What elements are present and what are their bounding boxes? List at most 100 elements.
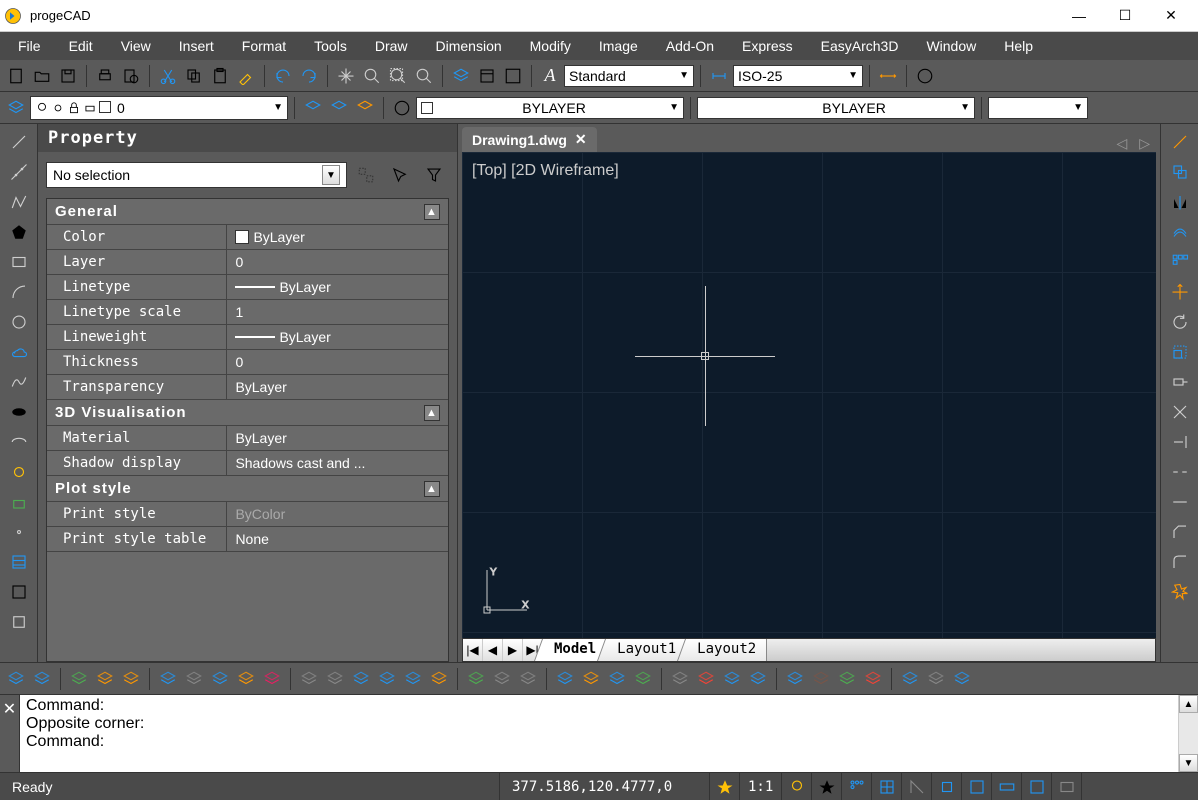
bottom-tool-icon[interactable] xyxy=(809,667,833,691)
status-scale[interactable]: 1:1 xyxy=(740,773,782,800)
property-row[interactable]: Layer0 xyxy=(47,250,448,275)
bottom-tool-icon[interactable] xyxy=(119,667,143,691)
maximize-button[interactable]: ☐ xyxy=(1102,1,1148,31)
print-preview-icon[interactable] xyxy=(119,64,143,88)
bottom-tool-icon[interactable] xyxy=(156,667,180,691)
bottom-tool-icon[interactable] xyxy=(861,667,885,691)
redo-icon[interactable] xyxy=(297,64,321,88)
zoom-window-icon[interactable] xyxy=(360,64,384,88)
bottom-tool-icon[interactable] xyxy=(924,667,948,691)
join-icon[interactable] xyxy=(1166,488,1194,516)
bottom-tool-icon[interactable] xyxy=(694,667,718,691)
color-combo[interactable]: BYLAYER▼ xyxy=(416,97,684,119)
layer-combo[interactable]: 0 ▼ xyxy=(30,96,288,120)
layers-icon[interactable] xyxy=(449,64,473,88)
construction-line-icon[interactable] xyxy=(5,158,33,186)
close-window-button[interactable]: ✕ xyxy=(1148,1,1194,31)
zoom-previous-icon[interactable] xyxy=(412,64,436,88)
bottom-tool-icon[interactable] xyxy=(349,667,373,691)
osnap-grid-icon[interactable] xyxy=(842,773,872,800)
arc-icon[interactable] xyxy=(5,278,33,306)
zoom-extents-icon[interactable] xyxy=(386,64,410,88)
menu-dimension[interactable]: Dimension xyxy=(422,34,516,58)
menu-draw[interactable]: Draw xyxy=(361,34,422,58)
quick-select-icon[interactable] xyxy=(419,160,449,190)
insert-block-icon[interactable] xyxy=(5,458,33,486)
property-row[interactable]: Linetype scale1 xyxy=(47,300,448,325)
fillet-icon[interactable] xyxy=(1166,548,1194,576)
layout-prev-icon[interactable]: ◀ xyxy=(483,639,503,661)
property-row[interactable]: TransparencyByLayer xyxy=(47,375,448,400)
property-category[interactable]: 3D Visualisation▲ xyxy=(47,400,448,426)
property-category[interactable]: General▲ xyxy=(47,199,448,225)
osnap-icon[interactable] xyxy=(872,773,902,800)
bottom-tool-icon[interactable] xyxy=(668,667,692,691)
lineweight-combo[interactable]: ▼ xyxy=(988,97,1088,119)
bottom-tool-icon[interactable] xyxy=(950,667,974,691)
bottom-tool-icon[interactable] xyxy=(631,667,655,691)
ortho-icon[interactable] xyxy=(812,773,842,800)
explode-icon[interactable] xyxy=(1166,578,1194,606)
property-selection-combo[interactable]: No selection ▼ xyxy=(46,162,347,188)
bottom-tool-icon[interactable] xyxy=(182,667,206,691)
mirror-icon[interactable] xyxy=(1166,188,1194,216)
bottom-tool-icon[interactable] xyxy=(516,667,540,691)
ellipse-arc-icon[interactable] xyxy=(5,428,33,456)
menu-image[interactable]: Image xyxy=(585,34,652,58)
dim-style-icon[interactable] xyxy=(707,64,731,88)
erase-icon[interactable] xyxy=(1166,128,1194,156)
save-icon[interactable] xyxy=(56,64,80,88)
match-prop-icon[interactable] xyxy=(234,64,258,88)
bottom-tool-icon[interactable] xyxy=(579,667,603,691)
help-icon[interactable] xyxy=(913,64,937,88)
rotate-icon[interactable] xyxy=(1166,308,1194,336)
layer-manager-icon[interactable] xyxy=(4,96,28,120)
chamfer-icon[interactable] xyxy=(1166,518,1194,546)
otrack-icon[interactable] xyxy=(932,773,962,800)
rectangle-icon[interactable] xyxy=(5,248,33,276)
polar-icon[interactable] xyxy=(902,773,932,800)
break-icon[interactable] xyxy=(1166,458,1194,486)
drawing-canvas[interactable]: [Top] [2D Wireframe] YX xyxy=(462,152,1156,638)
layout-first-icon[interactable]: |◀ xyxy=(463,639,483,661)
linetype-combo[interactable]: BYLAYER▼ xyxy=(697,97,975,119)
bottom-tool-icon[interactable] xyxy=(323,667,347,691)
copy-icon[interactable] xyxy=(182,64,206,88)
model-icon[interactable] xyxy=(1022,773,1052,800)
layout-tab-layout1[interactable]: Layout1 xyxy=(607,639,687,661)
bottom-tool-icon[interactable] xyxy=(746,667,770,691)
layout-next-icon[interactable]: ▶ xyxy=(503,639,523,661)
move-icon[interactable] xyxy=(1166,278,1194,306)
menu-add-on[interactable]: Add-On xyxy=(652,34,728,58)
command-close-icon[interactable]: ✕ xyxy=(0,695,20,772)
menu-format[interactable]: Format xyxy=(228,34,300,58)
stretch-icon[interactable] xyxy=(1166,368,1194,396)
bottom-tool-icon[interactable] xyxy=(401,667,425,691)
property-category[interactable]: Plot style▲ xyxy=(47,476,448,502)
bottom-tool-icon[interactable] xyxy=(260,667,284,691)
layer-previous-icon[interactable] xyxy=(301,96,325,120)
region-icon[interactable] xyxy=(5,608,33,636)
print-icon[interactable] xyxy=(93,64,117,88)
property-row[interactable]: Shadow displayShadows cast and ... xyxy=(47,451,448,476)
menu-tools[interactable]: Tools xyxy=(300,34,361,58)
bottom-tool-icon[interactable] xyxy=(67,667,91,691)
color-wheel-icon[interactable] xyxy=(390,96,414,120)
prev-tab-icon[interactable]: ◁ xyxy=(1110,135,1133,152)
bottom-tool-icon[interactable] xyxy=(234,667,258,691)
open-icon[interactable] xyxy=(30,64,54,88)
revision-cloud-icon[interactable] xyxy=(5,338,33,366)
property-row[interactable]: LinetypeByLayer xyxy=(47,275,448,300)
menu-express[interactable]: Express xyxy=(728,34,807,58)
pan-icon[interactable] xyxy=(334,64,358,88)
property-grid[interactable]: General▲ColorByLayerLayer0LinetypeByLaye… xyxy=(46,198,449,662)
menu-help[interactable]: Help xyxy=(990,34,1047,58)
dyn-icon[interactable] xyxy=(992,773,1022,800)
new-icon[interactable] xyxy=(4,64,28,88)
menu-window[interactable]: Window xyxy=(912,34,990,58)
copy-obj-icon[interactable] xyxy=(1166,158,1194,186)
command-text[interactable]: Command:Opposite corner:Command: xyxy=(20,695,1178,772)
dim-linear-icon[interactable] xyxy=(876,64,900,88)
property-row[interactable]: MaterialByLayer xyxy=(47,426,448,451)
property-row[interactable]: Print style tableNone xyxy=(47,527,448,552)
